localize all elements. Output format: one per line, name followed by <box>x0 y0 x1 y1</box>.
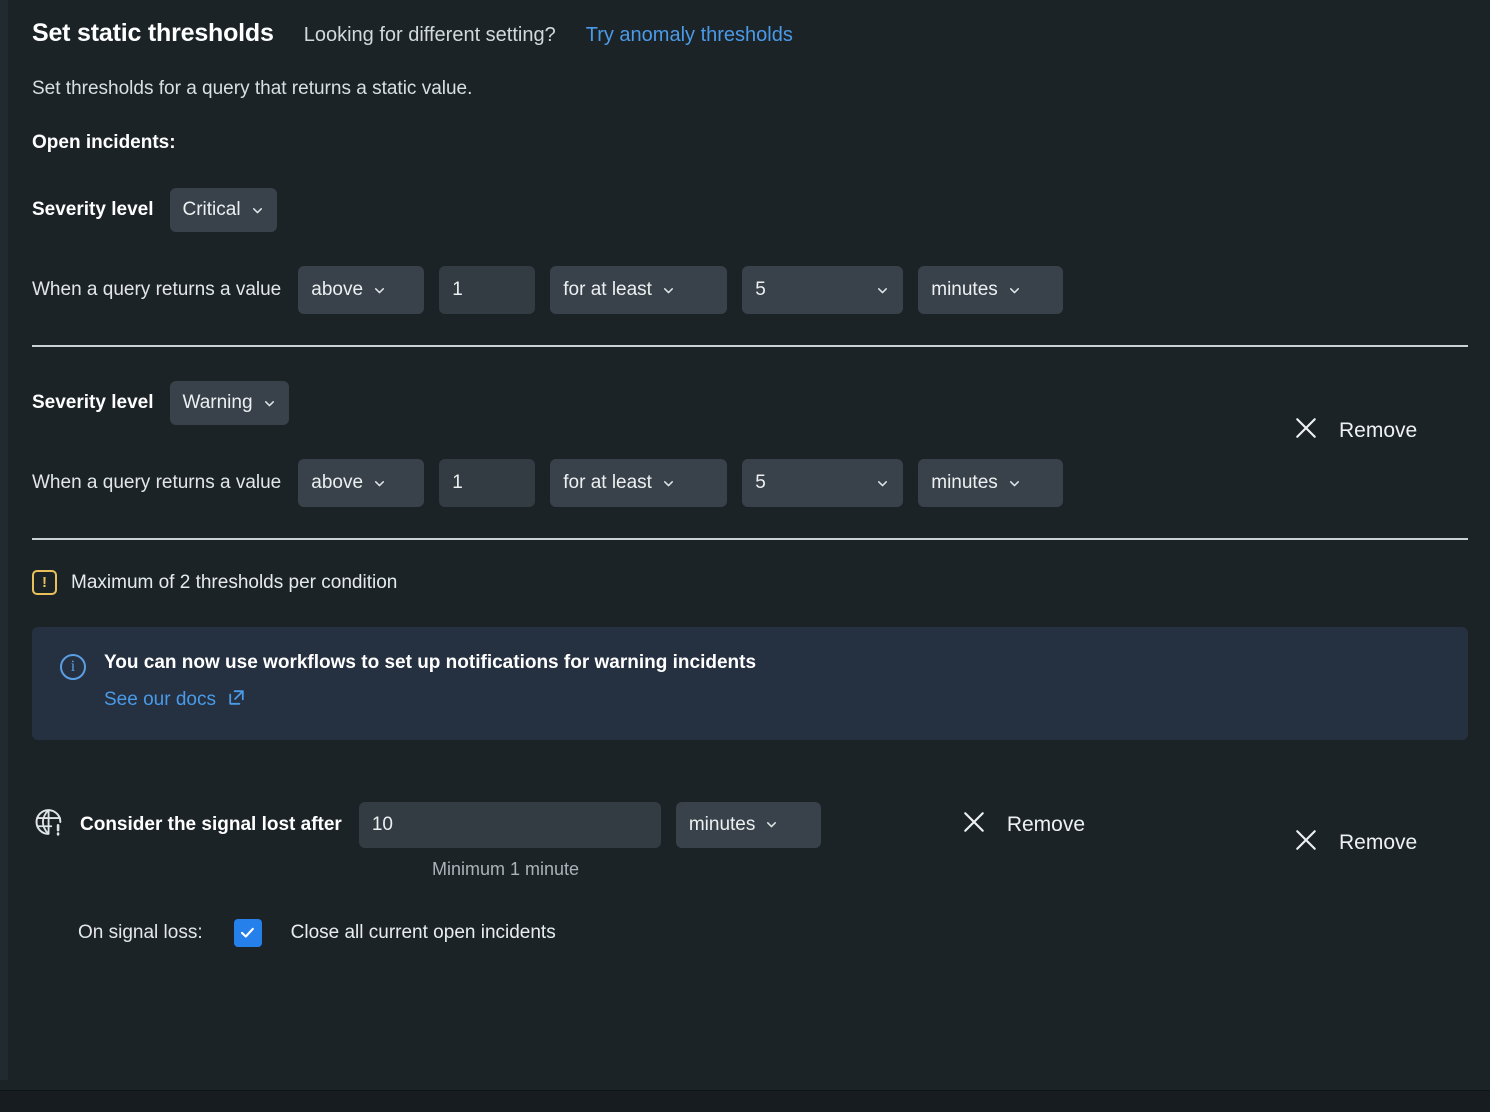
threshold-row-warning: Severity level Warning Remove When a que… <box>0 378 1490 854</box>
duration-prefix-select[interactable]: for at least <box>550 266 728 314</box>
duration-prefix-value: for at least <box>563 472 652 493</box>
signal-loss-section: Consider the signal lost after 10 minute… <box>0 801 1490 947</box>
duration-value-select[interactable]: 5 <box>742 459 904 507</box>
query-condition-label: When a query returns a value <box>32 279 282 300</box>
banner-title: You can now use workflows to set up noti… <box>104 652 757 673</box>
chevron-down-icon <box>250 203 265 218</box>
warning-triangle-icon: ! <box>32 570 57 595</box>
signal-lost-unit-value: minutes <box>688 813 756 835</box>
threshold-value-input[interactable]: 1 <box>439 266 536 314</box>
threshold-value-text: 1 <box>452 472 463 493</box>
chevron-down-icon <box>372 283 387 298</box>
severity-level-select[interactable]: Warning <box>170 381 289 425</box>
chevron-down-icon <box>1007 283 1022 298</box>
duration-prefix-select[interactable]: for at least <box>550 459 728 507</box>
duration-value-text: 5 <box>755 279 766 300</box>
duration-unit-value: minutes <box>931 279 998 300</box>
static-thresholds-panel: Set static thresholds Looking for differ… <box>0 0 1490 1112</box>
close-open-incidents-checkbox[interactable] <box>233 918 262 947</box>
max-thresholds-note: ! Maximum of 2 thresholds per condition <box>0 540 1490 595</box>
max-thresholds-text: Maximum of 2 thresholds per condition <box>71 571 398 593</box>
page-title: Set static thresholds <box>32 19 274 47</box>
threshold-value-text: 1 <box>452 279 463 300</box>
severity-row: Severity level Critical <box>32 185 1490 235</box>
duration-unit-select[interactable]: minutes <box>918 459 1064 507</box>
panel-content: Set static thresholds Looking for differ… <box>0 0 1490 947</box>
duration-prefix-value: for at least <box>563 279 652 300</box>
threshold-row-critical: Severity level Critical Remove When a qu… <box>0 185 1490 442</box>
external-link-icon <box>226 687 247 714</box>
close-open-incidents-label: Close all current open incidents <box>290 921 556 943</box>
signal-lost-unit-select[interactable]: minutes <box>675 801 821 848</box>
globe-alert-icon <box>32 805 66 844</box>
query-condition-row: When a query returns a value above 1 for… <box>32 266 1490 314</box>
chevron-down-icon <box>875 283 890 298</box>
signal-lost-duration-value: 10 <box>371 813 393 835</box>
chevron-down-icon <box>764 817 779 832</box>
severity-level-select[interactable]: Critical <box>170 188 277 232</box>
panel-description: Set thresholds for a query that returns … <box>32 78 473 99</box>
severity-level-value: Warning <box>182 392 253 413</box>
see-our-docs-label: See our docs <box>104 689 216 711</box>
threshold-value-input[interactable]: 1 <box>439 459 536 507</box>
workflows-info-banner: i You can now use workflows to set up no… <box>32 627 1468 740</box>
remove-signal-loss-button[interactable]: Remove <box>959 807 1085 843</box>
see-our-docs-link[interactable]: See our docs <box>104 687 756 714</box>
query-condition-row: When a query returns a value above 1 for… <box>32 459 1490 507</box>
chevron-down-icon <box>661 283 676 298</box>
banner-body: You can now use workflows to set up noti… <box>104 651 756 714</box>
chevron-down-icon <box>661 476 676 491</box>
bottom-edge-strip <box>0 1090 1490 1112</box>
on-signal-loss-row: On signal loss: Close all current open i… <box>78 918 1490 947</box>
close-icon <box>959 807 989 843</box>
signal-lost-hint: Minimum 1 minute <box>432 858 580 879</box>
comparator-value: above <box>311 472 364 493</box>
remove-signal-loss-label: Remove <box>1006 812 1086 836</box>
check-icon <box>241 928 254 938</box>
duration-unit-select[interactable]: minutes <box>918 266 1064 314</box>
chevron-down-icon <box>372 476 387 491</box>
severity-level-value: Critical <box>182 199 241 220</box>
signal-lost-row: Consider the signal lost after 10 minute… <box>32 801 1490 848</box>
chevron-down-icon <box>262 396 277 411</box>
comparator-value: above <box>311 279 364 300</box>
comparator-select[interactable]: above <box>298 266 425 314</box>
duration-value-select[interactable]: 5 <box>742 266 904 314</box>
open-incidents-label: Open incidents: <box>32 132 176 153</box>
header-prompt: Looking for different setting? <box>303 24 556 46</box>
duration-value-text: 5 <box>755 472 766 493</box>
severity-level-label: Severity level <box>32 199 154 220</box>
threshold-divider <box>32 345 1468 347</box>
chevron-down-icon <box>875 476 890 491</box>
info-circle-icon: i <box>60 654 86 680</box>
on-signal-loss-label: On signal loss: <box>78 921 203 943</box>
severity-level-label: Severity level <box>32 392 154 413</box>
severity-row: Severity level Warning <box>32 378 1490 428</box>
panel-header: Set static thresholds Looking for differ… <box>0 0 1490 48</box>
query-condition-label: When a query returns a value <box>32 472 282 493</box>
comparator-select[interactable]: above <box>298 459 425 507</box>
duration-unit-value: minutes <box>931 472 998 493</box>
chevron-down-icon <box>1007 476 1022 491</box>
try-anomaly-thresholds-link[interactable]: Try anomaly thresholds <box>586 24 793 47</box>
signal-lost-duration-input[interactable]: 10 <box>358 801 661 848</box>
signal-lost-label: Consider the signal lost after <box>80 813 342 835</box>
